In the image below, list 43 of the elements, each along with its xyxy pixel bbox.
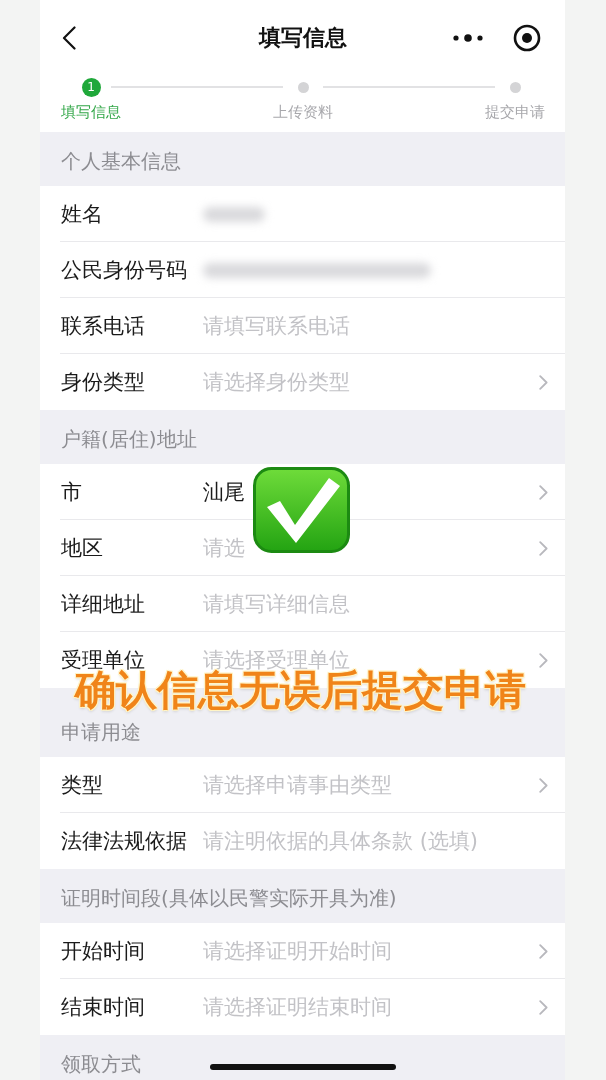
field-label: 身份类型 [61, 370, 146, 394]
section-title: 证明时间段(具体以民警实际开具为准) [61, 886, 397, 910]
section-title: 领取方式 [61, 1052, 141, 1076]
chevron-right-icon [539, 652, 548, 668]
chevron-right-icon [539, 777, 548, 793]
field-label: 法律法规依据 [61, 829, 188, 853]
text-field[interactable]: 请填写联系电话 [203, 314, 548, 338]
circle-dot-icon[interactable] [513, 24, 541, 52]
chevron-right-icon [539, 540, 548, 556]
chevron-right-icon [539, 999, 548, 1015]
field-label: 类型 [61, 773, 104, 797]
field-label: 联系电话 [61, 314, 146, 338]
field-label: 开始时间 [61, 939, 146, 963]
blurred-text [203, 206, 265, 222]
field-label: 姓名 [61, 202, 104, 226]
section-title: 申请用途 [61, 720, 141, 744]
video-caption: 确认信息无误后提交申请 [75, 670, 526, 711]
select-field[interactable]: 请选择身份类型 [203, 370, 548, 394]
field-label: 市 [61, 480, 83, 504]
select-field[interactable]: 请选择证明结束时间 [203, 995, 548, 1019]
step-label: 填写信息 [61, 103, 121, 122]
section-title: 个人基本信息 [61, 149, 181, 173]
select-field[interactable]: 请选 [203, 536, 548, 560]
select-field[interactable]: 请选择申请事由类型 [203, 773, 548, 797]
back-icon[interactable] [62, 26, 76, 50]
step-number: 1 [81, 77, 101, 97]
field-label: 结束时间 [61, 995, 146, 1019]
chevron-right-icon [539, 374, 548, 390]
page-title: 填写信息 [258, 24, 347, 52]
section-title: 户籍(居住)地址 [61, 427, 197, 451]
field-label: 详细地址 [61, 592, 146, 616]
field-label: 地区 [61, 536, 104, 560]
field-label: 公民身份号码 [61, 258, 188, 282]
select-field[interactable]: 汕尾 [203, 480, 548, 504]
select-field[interactable]: 请选择证明开始时间 [203, 939, 548, 963]
text-field[interactable]: 请注明依据的具体条款 (选填) [203, 829, 548, 853]
text-field[interactable]: 请填写详细信息 [203, 592, 548, 616]
chevron-right-icon [539, 484, 548, 500]
step-label: 上传资料 [273, 103, 333, 122]
step-label: 提交申请 [485, 103, 545, 122]
chevron-right-icon [539, 943, 548, 959]
checkmark-icon [253, 467, 350, 553]
more-icon[interactable] [453, 33, 483, 43]
